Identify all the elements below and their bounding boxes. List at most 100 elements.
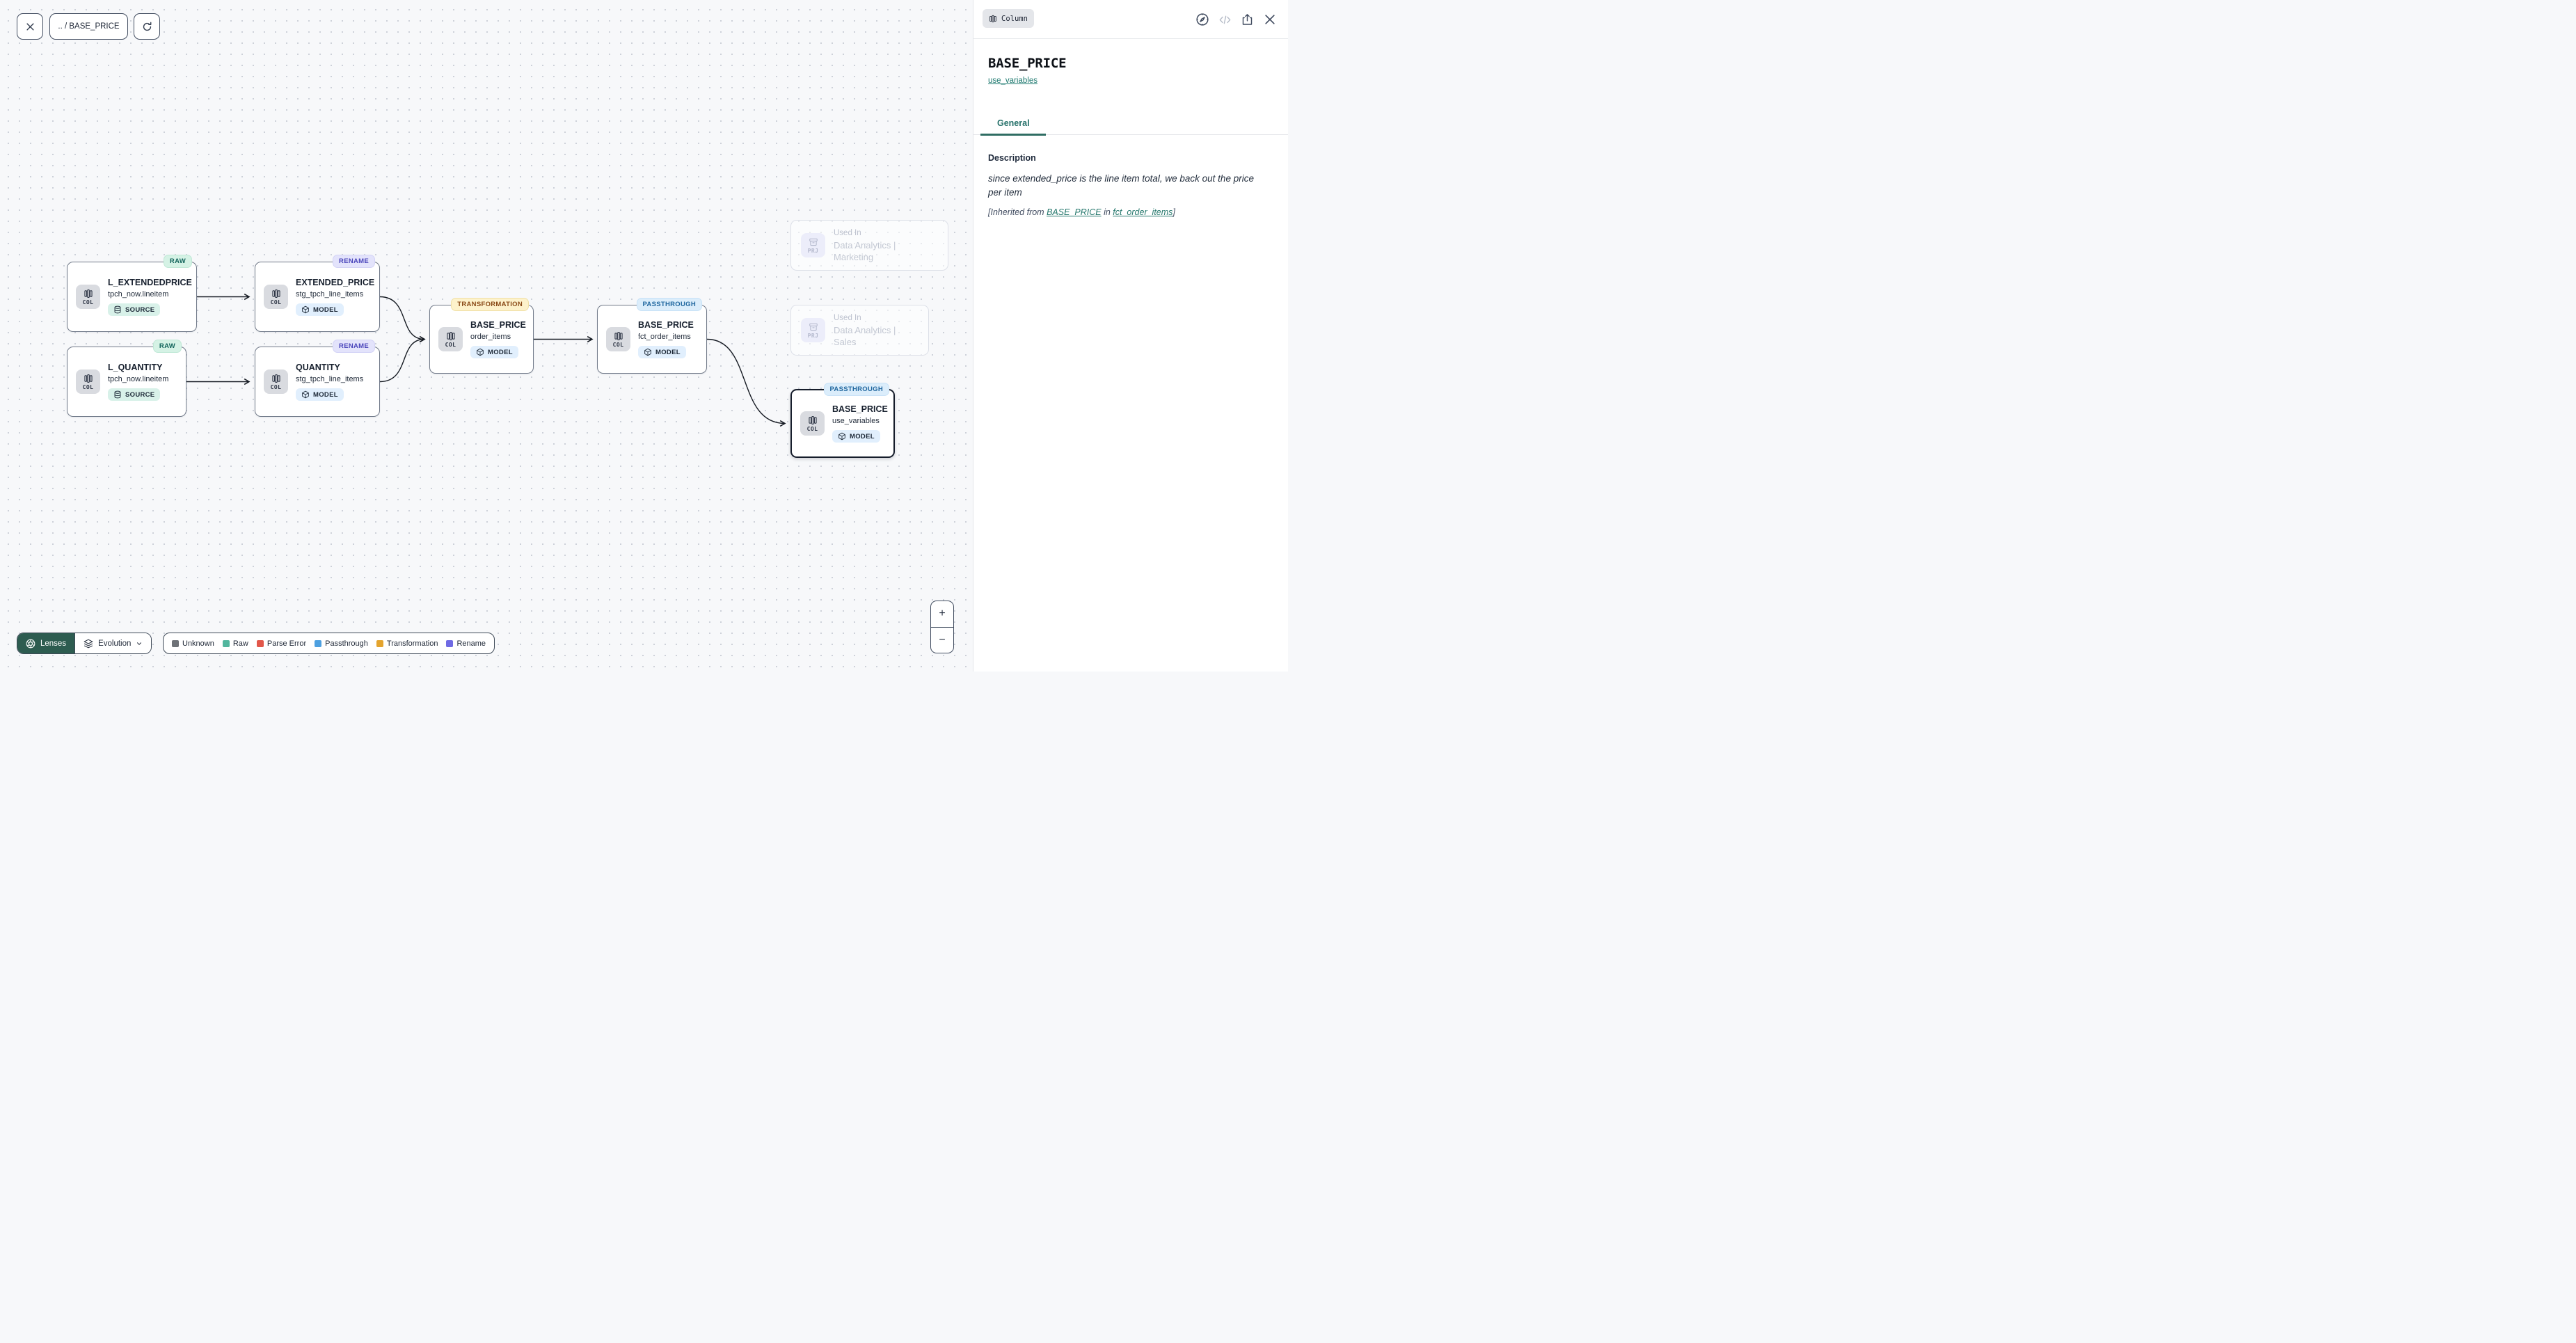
- code-icon[interactable]: [1218, 13, 1232, 26]
- inherited-column-link[interactable]: BASE_PRICE: [1047, 207, 1102, 217]
- legend-swatch: [223, 640, 230, 647]
- close-panel-icon[interactable]: [1263, 13, 1277, 26]
- cube-icon: [301, 390, 310, 399]
- kind-badge: MODEL: [296, 388, 344, 401]
- kind-label: SOURCE: [125, 306, 154, 314]
- columns-icon: [446, 331, 456, 341]
- legend-item-transformation: Transformation: [376, 639, 438, 648]
- column-icon-box: COL: [438, 327, 463, 351]
- node-type-badge: RENAME: [333, 340, 375, 353]
- chevron-down-icon: [136, 640, 143, 647]
- lens-mode-dropdown[interactable]: Evolution: [74, 633, 151, 653]
- lenses-button[interactable]: Lenses: [17, 633, 74, 653]
- node-type-badge: RAW: [164, 255, 192, 268]
- refresh-button[interactable]: [134, 13, 160, 40]
- columns-icon: [84, 289, 93, 299]
- column-icon-box: COL: [264, 285, 288, 309]
- node-quantity[interactable]: RENAME COL QUANTITY stg_tpch_line_items …: [255, 347, 380, 417]
- legend-item-rename: Rename: [446, 639, 486, 648]
- used-in-label: Used In: [834, 228, 938, 238]
- node-base-price-use-variables[interactable]: PASSTHROUGH COL BASE_PRICE use_variables…: [790, 389, 895, 458]
- project-name: Data Analytics | Marketing: [834, 239, 938, 263]
- zoom-in-button[interactable]: +: [931, 601, 953, 628]
- compass-icon[interactable]: [1195, 13, 1209, 26]
- model-link[interactable]: use_variables: [988, 77, 1037, 85]
- panel-body: BASE_PRICE use_variables General Descrip…: [973, 56, 1288, 218]
- database-icon: [113, 390, 122, 399]
- tab-general[interactable]: General: [980, 111, 1047, 135]
- details-panel: Column BASE_PRICE use_variables: [973, 0, 1288, 672]
- node-title: EXTENDED_PRICE: [296, 278, 374, 288]
- lineage-canvas[interactable]: .. / BASE_PRICE RAW COL L_EXTENDEDPRICE …: [0, 0, 973, 672]
- archive-icon: [809, 237, 818, 247]
- legend-swatch: [257, 640, 264, 647]
- ghost-node-used-in-sales[interactable]: PRJ Used In Data Analytics | Sales: [790, 305, 929, 356]
- node-entity-type: COL: [271, 299, 282, 305]
- breadcrumb[interactable]: .. / BASE_PRICE: [49, 13, 128, 40]
- kind-label: MODEL: [313, 391, 338, 399]
- node-subtitle: use_variables: [832, 416, 880, 426]
- kind-badge: MODEL: [296, 303, 344, 316]
- legend-item-unknown: Unknown: [172, 639, 214, 648]
- column-icon-box: COL: [76, 369, 100, 394]
- database-icon: [113, 305, 122, 314]
- node-subtitle: tpch_now.lineitem: [108, 289, 168, 299]
- node-title: BASE_PRICE: [638, 320, 694, 331]
- node-entity-type: PRJ: [808, 248, 819, 254]
- kind-label: MODEL: [850, 433, 875, 440]
- edge-extendedprice-baseprice: [380, 297, 424, 340]
- lenses-label: Lenses: [40, 639, 66, 648]
- close-graph-button[interactable]: [17, 13, 43, 40]
- legend-item-raw: Raw: [223, 639, 248, 648]
- node-title: L_QUANTITY: [108, 363, 162, 373]
- node-base-price-fct-order-items[interactable]: PASSTHROUGH COL BASE_PRICE fct_order_ite…: [597, 305, 707, 374]
- description-text: since extended_price is the line item to…: [988, 172, 1270, 200]
- refresh-icon: [141, 21, 153, 33]
- cube-icon: [838, 432, 846, 440]
- entity-type-chip: Column: [983, 9, 1034, 28]
- node-l-quantity[interactable]: RAW COL L_QUANTITY tpch_now.lineitem SOU…: [67, 347, 186, 417]
- panel-header: Column: [973, 0, 1288, 39]
- node-entity-type: COL: [445, 342, 456, 348]
- lens-mode-label: Evolution: [98, 639, 131, 648]
- share-icon[interactable]: [1241, 13, 1254, 26]
- project-icon-box: PRJ: [801, 318, 825, 342]
- node-entity-type: COL: [807, 426, 818, 432]
- zoom-out-button[interactable]: −: [931, 628, 953, 653]
- node-entity-type: PRJ: [808, 333, 819, 339]
- kind-badge: MODEL: [638, 346, 686, 358]
- inherited-model-link[interactable]: fct_order_items: [1113, 207, 1172, 217]
- legend-swatch: [315, 640, 321, 647]
- legend-swatch: [376, 640, 383, 647]
- column-icon-box: COL: [76, 285, 100, 309]
- node-base-price-order-items[interactable]: TRANSFORMATION COL BASE_PRICE order_item…: [429, 305, 534, 374]
- node-extended-price[interactable]: RENAME COL EXTENDED_PRICE stg_tpch_line_…: [255, 262, 380, 332]
- entity-type-label: Column: [1001, 15, 1028, 23]
- column-icon-box: COL: [606, 327, 630, 351]
- legend-swatch: [172, 640, 179, 647]
- node-type-badge: RENAME: [333, 255, 375, 268]
- node-subtitle: tpch_now.lineitem: [108, 374, 168, 384]
- panel-actions: [1195, 0, 1277, 39]
- kind-label: SOURCE: [125, 391, 154, 399]
- column-icon-box: COL: [264, 369, 288, 394]
- columns-icon: [614, 331, 623, 341]
- zoom-controls: + −: [930, 601, 954, 653]
- node-entity-type: COL: [83, 384, 94, 390]
- ghost-node-used-in-marketing[interactable]: PRJ Used In Data Analytics | Marketing: [790, 220, 948, 271]
- legend-item-parse-error: Parse Error: [257, 639, 306, 648]
- breadcrumb-label: .. / BASE_PRICE: [58, 22, 119, 31]
- lens-legend: Unknown Raw Parse Error Passthrough Tran…: [163, 633, 495, 654]
- node-entity-type: COL: [271, 384, 282, 390]
- kind-badge: SOURCE: [108, 303, 160, 316]
- node-l-extendedprice[interactable]: RAW COL L_EXTENDEDPRICE tpch_now.lineite…: [67, 262, 197, 332]
- kind-badge: MODEL: [470, 346, 518, 358]
- description-heading: Description: [988, 153, 1273, 163]
- archive-icon: [809, 322, 818, 332]
- columns-icon: [271, 289, 281, 299]
- kind-label: MODEL: [655, 349, 681, 356]
- close-icon: [25, 22, 35, 32]
- legend-swatch: [446, 640, 453, 647]
- panel-tabs: General: [988, 111, 1273, 135]
- columns-icon: [84, 374, 93, 383]
